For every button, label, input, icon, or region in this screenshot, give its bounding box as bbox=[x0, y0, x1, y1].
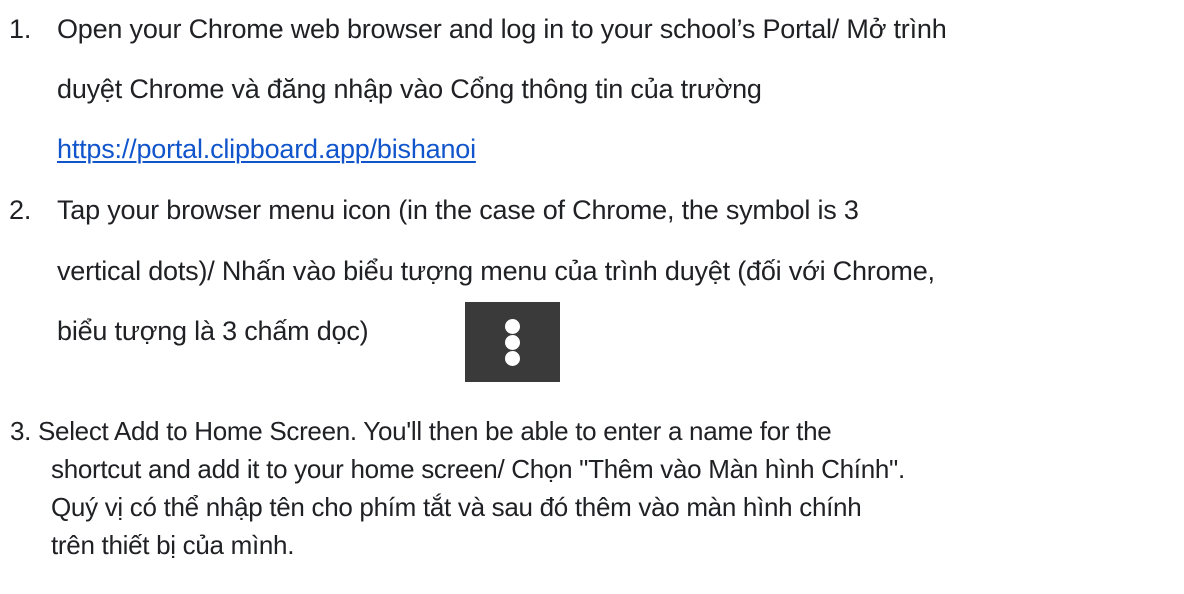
step-text-line: Quý vị có thể nhập tên cho phím tắt và s… bbox=[51, 492, 862, 522]
portal-link[interactable]: https://portal.clipboard.app/bishanoi bbox=[57, 134, 476, 165]
step-text-line: shortcut and add it to your home screen/… bbox=[51, 454, 905, 484]
dot-icon bbox=[505, 319, 520, 334]
step-text-line: Open your Chrome web browser and log in … bbox=[57, 14, 947, 44]
instruction-document: 1. Open your Chrome web browser and log … bbox=[0, 0, 1184, 594]
step-text-line: Tap your browser menu icon (in the case … bbox=[57, 195, 859, 225]
step-text-line: duyệt Chrome và đăng nhập vào Cổng thông… bbox=[57, 74, 762, 104]
step-number: 2. bbox=[9, 195, 32, 225]
step-text-line: biểu tượng là 3 chấm dọc) bbox=[57, 316, 369, 346]
three-vertical-dots-menu-icon bbox=[465, 302, 560, 382]
dot-icon bbox=[505, 351, 520, 366]
step-text-line: vertical dots)/ Nhấn vào biểu tượng menu… bbox=[57, 256, 935, 286]
step-text-line: trên thiết bị của mình. bbox=[51, 530, 295, 560]
dot-icon bbox=[505, 335, 520, 350]
step-number: 1. bbox=[9, 14, 32, 44]
step-text-line: 3. Select Add to Home Screen. You'll the… bbox=[10, 416, 832, 446]
